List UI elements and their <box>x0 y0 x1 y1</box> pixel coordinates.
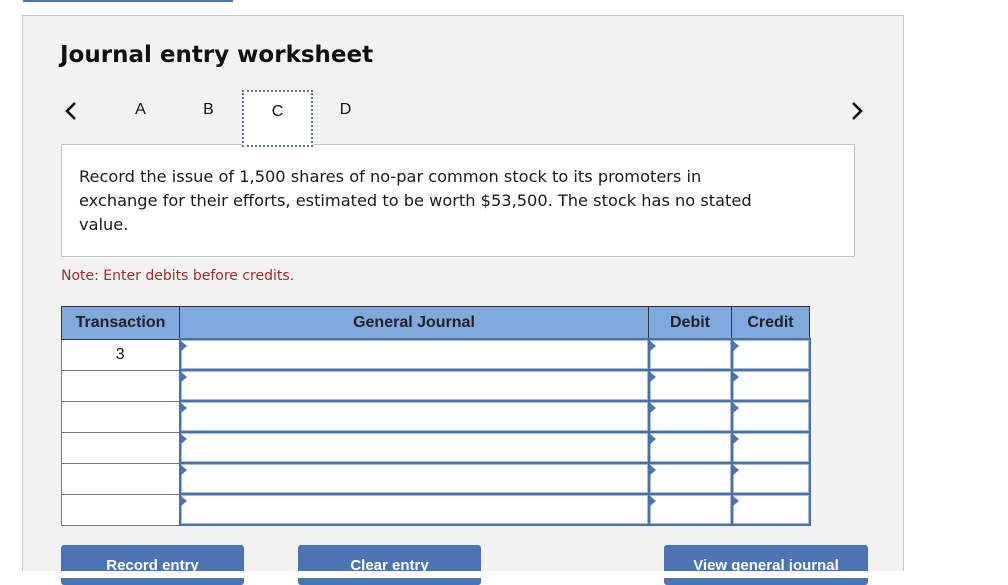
table-row <box>61 400 811 433</box>
debits-note: Note: Enter debits before credits. <box>61 268 295 284</box>
transaction-cell: 3 <box>61 338 180 371</box>
question-text: Record the issue of 1,500 shares of no-p… <box>79 167 752 234</box>
tab-a[interactable]: A <box>105 90 176 147</box>
previous-tab-button[interactable] <box>63 99 79 123</box>
question-box: Record the issue of 1,500 shares of no-p… <box>61 144 855 257</box>
journal-entry-worksheet-panel: Journal entry worksheet A B C D Record t… <box>22 15 904 585</box>
table-row <box>61 493 811 526</box>
screenshot-cutoff <box>0 571 1008 578</box>
header-transaction: Transaction <box>61 306 180 340</box>
header-general-journal: General Journal <box>179 306 649 340</box>
general-journal-input[interactable] <box>178 431 650 464</box>
general-journal-input[interactable] <box>178 400 650 433</box>
credit-input[interactable] <box>730 369 811 402</box>
general-journal-input[interactable] <box>178 462 650 495</box>
transaction-cell <box>61 400 180 433</box>
table-row: 3 <box>61 338 811 371</box>
clear-entry-button[interactable]: Clear entry <box>298 545 481 585</box>
table-row <box>61 369 811 402</box>
previous-button-edge <box>23 0 233 2</box>
credit-input[interactable] <box>730 338 811 371</box>
general-journal-input[interactable] <box>178 338 650 371</box>
worksheet-title: Journal entry worksheet <box>60 42 374 68</box>
transaction-cell <box>61 493 180 526</box>
general-journal-input[interactable] <box>178 369 650 402</box>
debit-input[interactable] <box>647 462 733 495</box>
credit-input[interactable] <box>730 400 811 433</box>
record-entry-button[interactable]: Record entry <box>61 545 244 585</box>
journal-table: Transaction General Journal Debit Credit… <box>61 306 811 526</box>
credit-input[interactable] <box>730 462 811 495</box>
table-row <box>61 431 811 464</box>
tab-d[interactable]: D <box>310 90 381 147</box>
debit-input[interactable] <box>647 338 733 371</box>
general-journal-input[interactable] <box>178 493 650 526</box>
chevron-left-icon <box>65 102 76 120</box>
next-tab-button[interactable] <box>849 99 865 123</box>
debit-input[interactable] <box>647 369 733 402</box>
header-debit: Debit <box>648 306 732 340</box>
chevron-right-icon <box>852 102 863 120</box>
tab-c[interactable]: C <box>242 90 313 147</box>
debit-input[interactable] <box>647 431 733 464</box>
credit-input[interactable] <box>730 493 811 526</box>
tab-b[interactable]: B <box>173 90 244 147</box>
header-credit: Credit <box>731 306 810 340</box>
transaction-cell <box>61 462 180 495</box>
transaction-cell <box>61 431 180 464</box>
view-general-journal-button[interactable]: View general journal <box>664 545 868 585</box>
table-row <box>61 462 811 495</box>
transaction-cell <box>61 369 180 402</box>
table-header-row: Transaction General Journal Debit Credit <box>61 306 810 340</box>
credit-input[interactable] <box>730 431 811 464</box>
debit-input[interactable] <box>647 400 733 433</box>
debit-input[interactable] <box>647 493 733 526</box>
